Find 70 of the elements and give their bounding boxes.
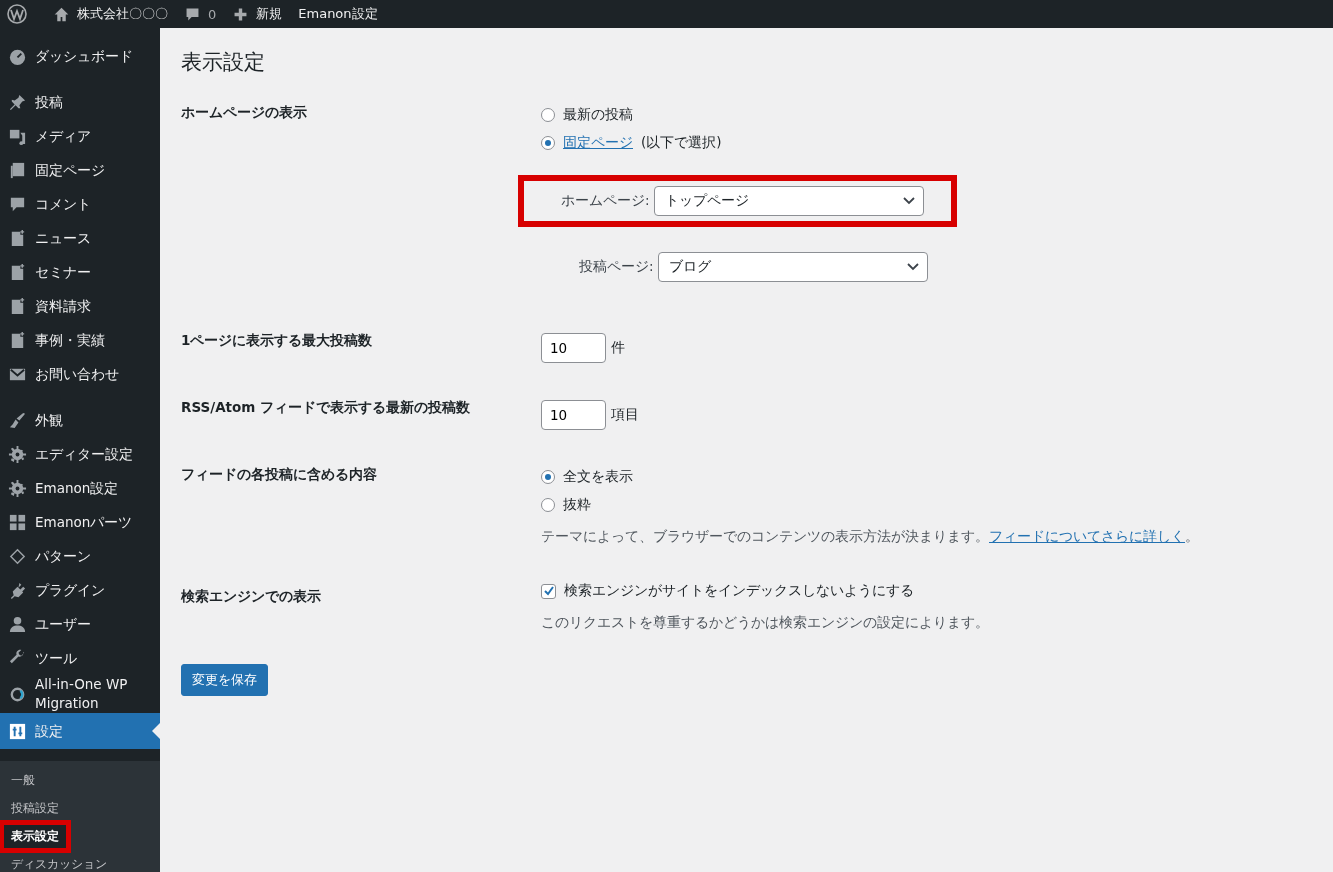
submenu-item[interactable]: 投稿設定 xyxy=(0,797,70,820)
menu-item[interactable]: エディター設定 xyxy=(0,437,160,471)
gear-icon xyxy=(8,478,27,498)
admin-bar-link[interactable]: Emanon設定 xyxy=(298,5,378,23)
checkbox[interactable] xyxy=(541,583,556,599)
radio-label: (以下で選択) xyxy=(641,134,722,152)
menu-item[interactable]: プラグイン xyxy=(0,573,160,607)
radio-button[interactable] xyxy=(541,470,555,484)
menu-item[interactable]: ユーザー xyxy=(0,607,160,641)
wordpress-logo-icon[interactable] xyxy=(7,4,27,24)
new-content-link[interactable]: 新規 xyxy=(232,5,283,23)
site-name-link[interactable]: 株式会社〇〇〇 xyxy=(53,5,168,23)
menu-item[interactable]: Emanonパーツ xyxy=(0,505,160,539)
menu-item[interactable]: セミナー xyxy=(0,255,160,289)
submenu-item[interactable]: 一般 xyxy=(0,769,46,792)
setting-label: 検索エンジンでの表示 xyxy=(181,587,322,606)
pages-icon xyxy=(8,160,27,180)
radio-button[interactable] xyxy=(541,108,555,122)
setting-label: ホームページの表示 xyxy=(181,103,308,122)
setting-label: 1ページに表示する最大投稿数 xyxy=(181,331,374,350)
gear-icon xyxy=(8,444,27,464)
description-text: このリクエストを尊重するかどうかは検索エンジンの設定によります。 xyxy=(541,614,990,632)
menu-item[interactable]: All-in-One WP Migration xyxy=(0,675,160,713)
menu-item[interactable]: ツール xyxy=(0,641,160,675)
menu-item[interactable]: 固定ページ xyxy=(0,153,160,187)
diamond-icon xyxy=(8,546,27,566)
menu-item[interactable]: 事例・実績 xyxy=(0,323,160,357)
comments-link[interactable]: 0 xyxy=(184,5,217,23)
menu-item[interactable]: 設定 xyxy=(0,713,160,749)
radio-label: 最新の投稿 xyxy=(563,106,633,124)
menu-item[interactable]: ニュース xyxy=(0,221,160,255)
menu-item[interactable]: コメント xyxy=(0,187,160,221)
radio-label: 抜粋 xyxy=(563,496,591,514)
submenu-item[interactable]: ディスカッション xyxy=(0,853,118,872)
menu-item[interactable]: ダッシュボード xyxy=(0,39,160,73)
number-field[interactable]: 10 xyxy=(541,400,606,430)
radio-label: 全文を表示 xyxy=(563,468,633,486)
plug-icon xyxy=(8,580,27,600)
menu-item[interactable]: メディア xyxy=(0,119,160,153)
setting-label: RSS/Atom フィードで表示する最新の投稿数 xyxy=(181,398,472,417)
setting-label: フィードの各投稿に含める内容 xyxy=(181,465,378,484)
menu-item[interactable]: 資料請求 xyxy=(0,289,160,323)
unit-label: 件 xyxy=(611,339,625,357)
chevron-down-icon xyxy=(906,263,919,271)
grid-icon xyxy=(8,512,27,532)
page-title: 表示設定 xyxy=(181,49,266,76)
radio-button[interactable] xyxy=(541,136,555,150)
save-button[interactable]: 変更を保存 xyxy=(181,664,268,696)
unit-label: 項目 xyxy=(611,406,639,424)
chevron-down-icon xyxy=(902,197,915,205)
page-select[interactable]: ブログ xyxy=(657,252,928,282)
radio-button[interactable] xyxy=(541,498,555,512)
menu-item[interactable]: お問い合わせ xyxy=(0,357,160,391)
menu-item[interactable]: 投稿 xyxy=(0,85,160,119)
house-icon xyxy=(53,5,70,23)
user-icon xyxy=(8,614,27,634)
menu-item[interactable]: パターン xyxy=(0,539,160,573)
page-select[interactable]: トップページ xyxy=(653,186,924,216)
sliders-icon xyxy=(8,721,27,741)
description-text: テーマによって、ブラウザーでのコンテンツの表示方法が決まります。フィードについてさらに詳しく。 xyxy=(541,528,1200,546)
select-label: 投稿ページ: xyxy=(579,258,654,276)
number-field[interactable]: 10 xyxy=(541,333,606,363)
pages-link[interactable]: 固定ページ xyxy=(563,134,633,152)
pin-icon xyxy=(8,92,27,112)
feed-link[interactable]: フィードについてさらに詳しく xyxy=(989,528,1185,544)
checkbox-label: 検索エンジンがサイトをインデックスしないようにする xyxy=(564,582,914,600)
menu-item[interactable]: Emanon設定 xyxy=(0,471,160,505)
brush-icon xyxy=(8,410,27,430)
menu-item[interactable]: 外観 xyxy=(0,403,160,437)
select-label: ホームページ: xyxy=(561,192,650,210)
